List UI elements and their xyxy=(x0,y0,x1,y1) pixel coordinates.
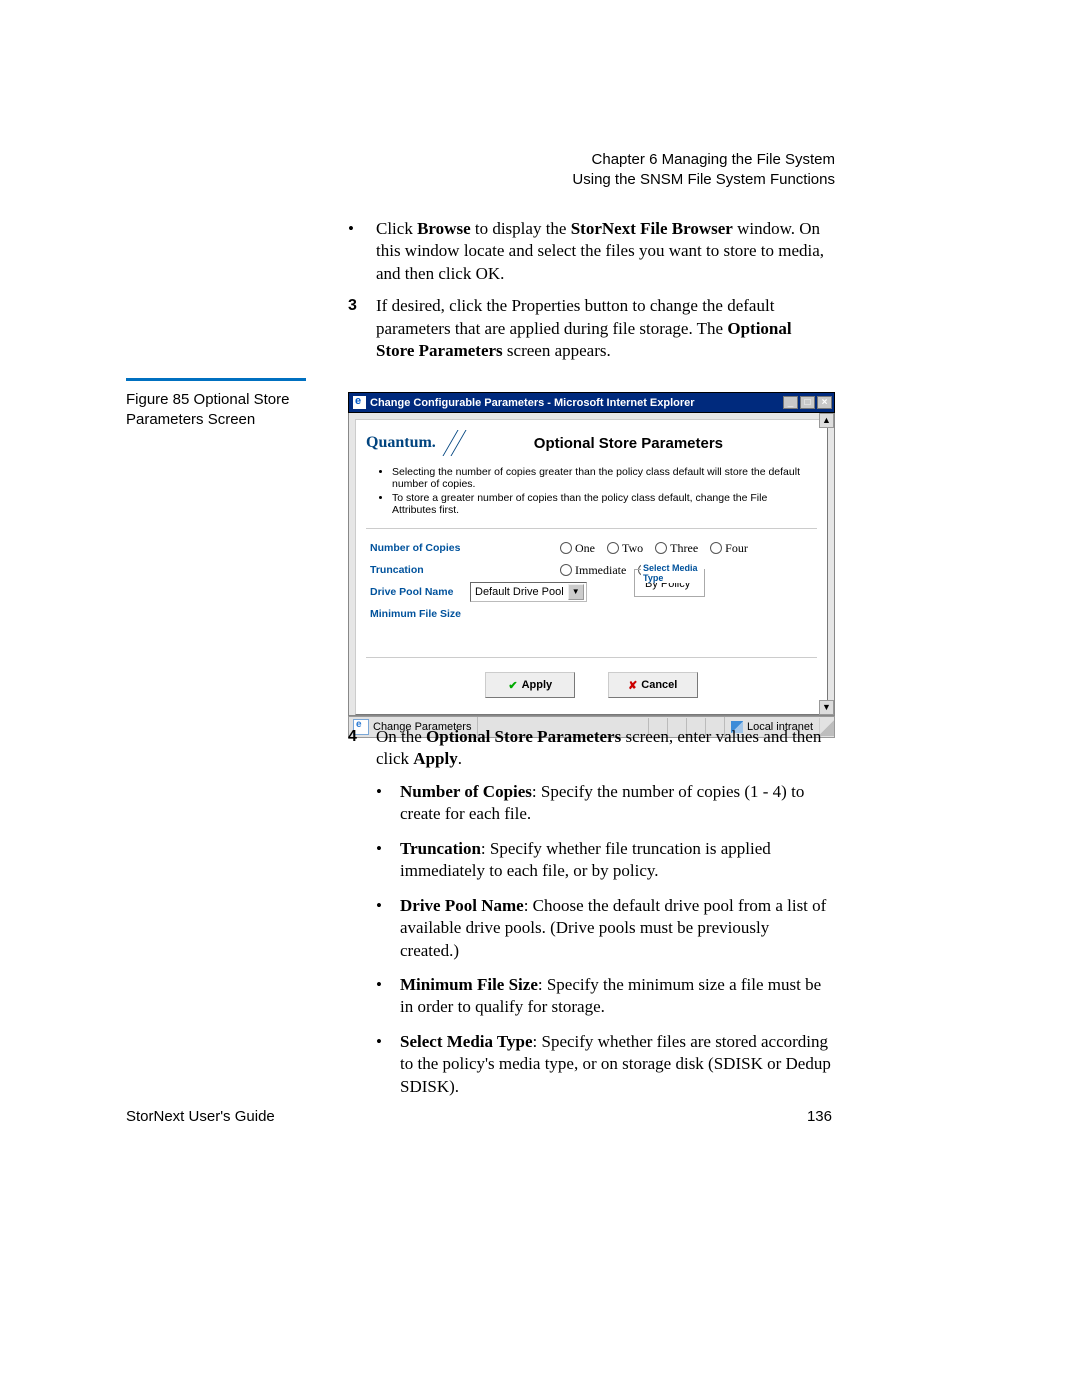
cancel-button[interactable]: ✘Cancel xyxy=(608,672,698,698)
label-truncation: Truncation xyxy=(370,564,470,576)
body-bottom: 4 On the Optional Store Parameters scree… xyxy=(348,726,832,1110)
label-min-file-size: Minimum File Size xyxy=(370,608,470,620)
screenshot-window: Change Configurable Parameters - Microso… xyxy=(348,392,835,738)
close-button[interactable]: × xyxy=(817,396,832,409)
note-2: To store a greater number of copies than… xyxy=(392,492,811,516)
select-drive-pool-value: Default Drive Pool xyxy=(475,586,564,598)
ie-icon xyxy=(353,396,366,409)
minimize-button[interactable]: _ xyxy=(783,396,798,409)
bullet-browse: • Click Browse to display the StorNext F… xyxy=(348,218,832,285)
radio-immediate[interactable] xyxy=(560,564,572,576)
page-header: Chapter 6 Managing the File System Using… xyxy=(572,150,835,191)
titlebar: Change Configurable Parameters - Microso… xyxy=(348,392,835,413)
scroll-up-button[interactable]: ▲ xyxy=(819,413,834,428)
media-type-fieldset: Select Media Type By Policy xyxy=(634,569,705,597)
scroll-down-button[interactable]: ▼ xyxy=(819,700,834,715)
bullet-truncation: • Truncation: Specify whether file trunc… xyxy=(348,838,832,883)
body-top: • Click Browse to display the StorNext F… xyxy=(348,218,832,373)
x-icon: ✘ xyxy=(628,679,637,692)
bullet-min-file: • Minimum File Size: Specify the minimum… xyxy=(348,974,832,1019)
header-line-1: Chapter 6 Managing the File System xyxy=(572,150,835,170)
brand-logo: Quantum. xyxy=(366,434,436,452)
content-panel: Quantum. Optional Store Parameters Selec… xyxy=(355,419,828,715)
footer-left: StorNext User's Guide xyxy=(126,1108,275,1125)
page-title: Optional Store Parameters xyxy=(470,435,817,452)
apply-button[interactable]: ✔Apply xyxy=(485,672,575,698)
window-title: Change Configurable Parameters - Microso… xyxy=(370,397,695,409)
form-area: Number of Copies One Two Three Four Trun… xyxy=(366,528,817,641)
label-drive-pool: Drive Pool Name xyxy=(370,586,470,598)
radio-two[interactable] xyxy=(607,542,619,554)
page-number: 136 xyxy=(807,1108,832,1125)
button-row: ✔Apply ✘Cancel xyxy=(366,657,817,698)
notes-block: Selecting the number of copies greater t… xyxy=(366,458,817,522)
bullet-copies: • Number of Copies: Specify the number o… xyxy=(348,781,832,826)
radio-four[interactable] xyxy=(710,542,722,554)
brand-slash-icon xyxy=(440,430,470,456)
media-type-legend: Select Media Type xyxy=(641,563,704,583)
bullet-drive-pool: • Drive Pool Name: Choose the default dr… xyxy=(348,895,832,962)
note-1: Selecting the number of copies greater t… xyxy=(392,466,811,490)
radio-one[interactable] xyxy=(560,542,572,554)
chevron-down-icon: ▼ xyxy=(568,584,584,600)
check-icon: ✔ xyxy=(508,679,517,692)
figure-caption: Figure 85 Optional Store Parameters Scre… xyxy=(126,390,326,431)
select-drive-pool[interactable]: Default Drive Pool ▼ xyxy=(470,582,587,602)
document-page: Chapter 6 Managing the File System Using… xyxy=(0,0,1080,1397)
step-3: 3 If desired, click the Properties butto… xyxy=(348,295,832,362)
radio-three[interactable] xyxy=(655,542,667,554)
figure-rule xyxy=(126,378,306,381)
maximize-button[interactable]: □ xyxy=(800,396,815,409)
bullet-media-type: • Select Media Type: Specify whether fil… xyxy=(348,1031,832,1098)
label-copies: Number of Copies xyxy=(370,542,470,554)
ie-client-area: ▲ Quantum. Optional Store Parameters Sel… xyxy=(348,413,835,716)
step-4: 4 On the Optional Store Parameters scree… xyxy=(348,726,832,771)
header-line-2: Using the SNSM File System Functions xyxy=(572,170,835,190)
